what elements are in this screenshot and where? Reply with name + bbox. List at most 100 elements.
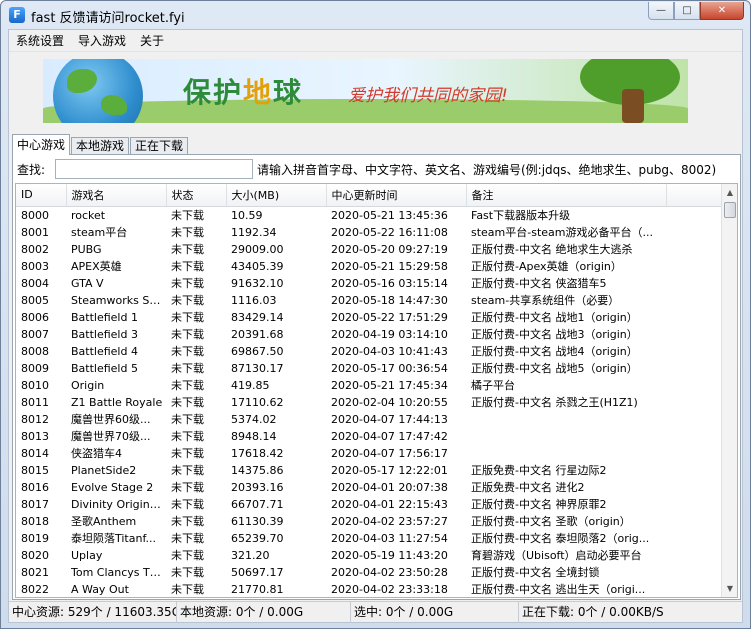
- table-row[interactable]: 8013 魔兽世界70级... 未下载 8948.14 2020-04-07 17:47…: [16, 428, 721, 445]
- cell-size: 20391.68: [231, 327, 284, 341]
- cell-name: Battlefield 4: [71, 344, 138, 358]
- table-row[interactable]: 8012 魔兽世界60级... 未下载 5374.02 2020-04-07 17:44…: [16, 411, 721, 428]
- cell-id: 8020: [21, 548, 49, 562]
- cell-status: 未下载: [171, 310, 204, 324]
- cell-updated: 2020-05-17 12:22:01: [331, 463, 448, 477]
- menu-about[interactable]: 关于: [133, 30, 171, 52]
- tab-center-games[interactable]: 中心游戏: [12, 134, 71, 155]
- cell-filler: [666, 258, 721, 275]
- table-row[interactable]: 8000 rocket 未下载 10.59 2020-05-21 13:45:36 Fas…: [16, 206, 721, 224]
- cell-name: PUBG: [71, 242, 102, 256]
- column-header-id[interactable]: ID: [16, 184, 67, 207]
- cell-id: 8022: [21, 582, 49, 596]
- table-row[interactable]: 8003 APEX英雄 未下载 43405.39 2020-05-21 15:29:58…: [16, 258, 721, 275]
- table-row[interactable]: 8011 Z1 Battle Royale 未下载 17110.62 2020-02-0…: [16, 394, 721, 411]
- cell-size: 17110.62: [231, 395, 284, 409]
- cell-status: 未下载: [171, 548, 204, 562]
- status-local-resources: 本地资源: 0个 / 0.00G: [177, 602, 351, 623]
- tab-downloading[interactable]: 正在下载: [130, 137, 189, 155]
- cell-updated: 2020-05-19 11:43:20: [331, 548, 448, 562]
- cell-updated: 2020-02-04 10:20:55: [331, 395, 448, 409]
- cell-name: A Way Out: [71, 582, 129, 596]
- cell-status: 未下载: [171, 276, 204, 290]
- cell-size: 419.85: [231, 378, 270, 392]
- column-header-name[interactable]: 游戏名: [66, 184, 167, 207]
- table-header-row: ID 游戏名 状态 大小(MB) 中心更新时间 备注: [16, 184, 722, 207]
- cell-size: 20393.16: [231, 480, 284, 494]
- cell-note: 正版付费-中文名 战地3（origin）: [471, 327, 638, 341]
- cell-id: 8005: [21, 293, 49, 307]
- cell-status: 未下载: [171, 412, 204, 426]
- tab-strip: 中心游戏 本地游戏 正在下载: [12, 134, 189, 155]
- cell-name: steam平台: [71, 225, 128, 239]
- table-row[interactable]: 8006 Battlefield 1 未下载 83429.14 2020-05-22 1…: [16, 309, 721, 326]
- cell-size: 65239.70: [231, 531, 284, 545]
- title-bar[interactable]: F fast 反馈请访问rocket.fyi — □ ✕: [1, 1, 750, 29]
- menu-system-settings[interactable]: 系统设置: [9, 30, 71, 52]
- table-row[interactable]: 8014 侠盗猎车4 未下载 17618.42 2020-04-07 17:56:17: [16, 445, 721, 462]
- table-row[interactable]: 8002 PUBG 未下载 29009.00 2020-05-20 09:27:19 正版…: [16, 241, 721, 258]
- cell-note: 育碧游戏（Ubisoft）启动必要平台: [471, 548, 642, 562]
- search-input[interactable]: [55, 159, 253, 179]
- cell-size: 5374.02: [231, 412, 277, 426]
- cell-filler: [666, 394, 721, 411]
- cell-name: rocket: [71, 208, 106, 222]
- column-header-note[interactable]: 备注: [466, 184, 667, 207]
- scroll-up-arrow-icon[interactable]: ▲: [722, 184, 737, 201]
- table-row[interactable]: 8010 Origin 未下载 419.85 2020-05-21 17:45:34 橘子…: [16, 377, 721, 394]
- vertical-scrollbar[interactable]: ▲ ▼: [721, 184, 737, 597]
- cell-id: 8009: [21, 361, 49, 375]
- cell-id: 8000: [21, 208, 49, 222]
- tab-local-games[interactable]: 本地游戏: [71, 137, 130, 155]
- scroll-down-arrow-icon[interactable]: ▼: [722, 580, 737, 597]
- cell-status: 未下载: [171, 327, 204, 341]
- column-header-filler: [666, 184, 722, 207]
- scroll-thumb[interactable]: [724, 202, 736, 218]
- table-row[interactable]: 8015 PlanetSide2 未下载 14375.86 2020-05-17 12:…: [16, 462, 721, 479]
- cell-updated: 2020-05-21 17:45:34: [331, 378, 448, 392]
- menu-import-games[interactable]: 导入游戏: [71, 30, 133, 52]
- cell-filler: [666, 224, 721, 241]
- cell-updated: 2020-04-07 17:56:17: [331, 446, 448, 460]
- cell-updated: 2020-04-03 11:27:54: [331, 531, 448, 545]
- cell-updated: 2020-04-03 10:41:43: [331, 344, 448, 358]
- table-row[interactable]: 8004 GTA V 未下载 91632.10 2020-05-16 03:15:14 正…: [16, 275, 721, 292]
- minimize-button[interactable]: —: [648, 2, 674, 20]
- cell-filler: [666, 462, 721, 479]
- table-row[interactable]: 8001 steam平台 未下载 1192.34 2020-05-22 16:11:08…: [16, 224, 721, 241]
- table-row[interactable]: 8017 Divinity Original... 未下载 66707.71 2020-…: [16, 496, 721, 513]
- cell-size: 69867.50: [231, 344, 284, 358]
- cell-name: Divinity Original...: [71, 497, 166, 511]
- table-row[interactable]: 8020 Uplay 未下载 321.20 2020-05-19 11:43:20 育碧游…: [16, 547, 721, 564]
- cell-size: 8948.14: [231, 429, 277, 443]
- table-row[interactable]: 8022 A Way Out 未下载 21770.81 2020-04-02 23:33…: [16, 581, 721, 598]
- cell-id: 8006: [21, 310, 49, 324]
- table-row[interactable]: 8021 Tom Clancys Th... 未下载 50697.17 2020-04-…: [16, 564, 721, 581]
- table-row[interactable]: 8019 泰坦陨落Titanf... 未下载 65239.70 2020-04-03 1…: [16, 530, 721, 547]
- cell-name: PlanetSide2: [71, 463, 137, 477]
- column-header-status[interactable]: 状态: [166, 184, 227, 207]
- cell-status: 未下载: [171, 582, 204, 596]
- cell-status: 未下载: [171, 378, 204, 392]
- column-header-updated[interactable]: 中心更新时间: [326, 184, 467, 207]
- cell-size: 43405.39: [231, 259, 284, 273]
- maximize-button[interactable]: □: [674, 2, 700, 20]
- table-row[interactable]: 8008 Battlefield 4 未下载 69867.50 2020-04-03 1…: [16, 343, 721, 360]
- table-row[interactable]: 8016 Evolve Stage 2 未下载 20393.16 2020-04-01 …: [16, 479, 721, 496]
- table-row[interactable]: 8007 Battlefield 3 未下载 20391.68 2020-04-19 0…: [16, 326, 721, 343]
- cell-filler: [666, 411, 721, 428]
- cell-filler: [666, 547, 721, 564]
- table-row[interactable]: 8018 圣歌Anthem 未下载 61130.39 2020-04-02 23:57:…: [16, 513, 721, 530]
- cell-status: 未下载: [171, 225, 204, 239]
- table-row[interactable]: 8009 Battlefield 5 未下载 87130.17 2020-05-17 0…: [16, 360, 721, 377]
- cell-status: 未下载: [171, 446, 204, 460]
- column-header-size[interactable]: 大小(MB): [226, 184, 327, 207]
- table-row[interactable]: 8005 Steamworks Sh... 未下载 1116.03 2020-05-18…: [16, 292, 721, 309]
- cell-id: 8015: [21, 463, 49, 477]
- cell-note: 橘子平台: [471, 378, 515, 392]
- close-button[interactable]: ✕: [700, 2, 744, 20]
- cell-id: 8014: [21, 446, 49, 460]
- cell-id: 8019: [21, 531, 49, 545]
- cell-note: 正版付费-中文名 逃出生天（origi...: [471, 582, 646, 596]
- cell-status: 未下载: [171, 565, 204, 579]
